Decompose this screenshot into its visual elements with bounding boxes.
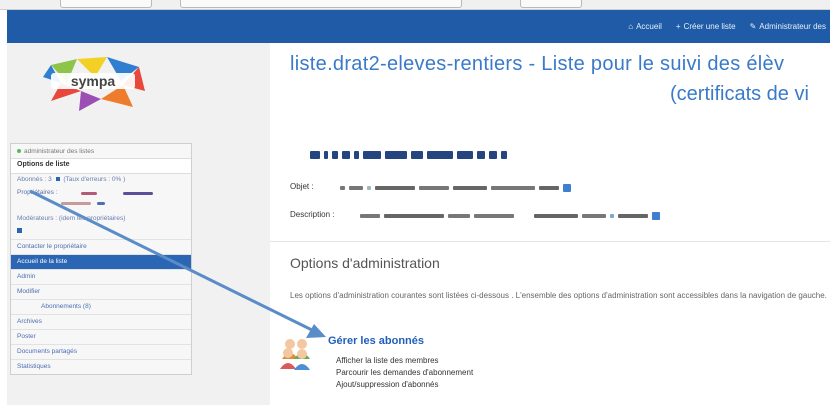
page-title-continued: (certificats de vi [670, 83, 809, 105]
admin-options-description: Les options d'administration courantes s… [290, 291, 827, 300]
left-sidebar: sympa administrateur des listes Options … [7, 43, 270, 405]
nav-admin-label: Administrateur des [759, 22, 826, 31]
top-nav-menu: ⌂ Accueil + Créer une liste ✎ Administra… [628, 10, 830, 43]
sidebar-item-list-home[interactable]: Accueil de la liste [11, 254, 191, 269]
role-label: administrateur des listes [24, 147, 95, 155]
sidebar-item-modify[interactable]: Modifier [11, 284, 191, 299]
sidebar-item-contact-owner[interactable]: Contacter le propriétaire [11, 239, 191, 254]
address-bar[interactable] [180, 0, 462, 8]
sidebar-item-archives[interactable]: Archives [11, 314, 191, 329]
object-label: Objet : [290, 182, 314, 191]
show-members-link[interactable]: Afficher la liste des membres [336, 355, 473, 367]
plus-icon: + [675, 22, 681, 31]
browse-requests-link[interactable]: Parcourir les demandes d'abonnement [336, 367, 473, 379]
home-icon: ⌂ [628, 22, 634, 31]
sidebar-item-post[interactable]: Poster [11, 329, 191, 344]
page-body: sympa administrateur des listes Options … [7, 43, 830, 405]
nav-home[interactable]: ⌂ Accueil [628, 22, 662, 31]
manage-subscribers-link[interactable]: Gérer les abonnés [328, 335, 424, 347]
page-title: liste.drat2-eleves-rentiers - Liste pour… [290, 53, 785, 75]
description-value-redacted [360, 212, 660, 220]
section-divider [270, 241, 830, 242]
browser-chrome-strip [0, 0, 830, 10]
owner-entry[interactable] [81, 192, 97, 195]
description-label: Description : [290, 210, 335, 219]
moderators-edit [11, 226, 191, 239]
list-options-panel: administrateur des listes Options de lis… [10, 143, 192, 375]
sidebar-item-subscriptions[interactable]: Abonnements (8) [11, 299, 191, 314]
nav-home-label: Accueil [636, 22, 662, 31]
owner-entry[interactable] [123, 192, 153, 195]
manage-subscribers-block: Gérer les abonnés Afficher la liste des … [278, 335, 498, 395]
status-dot-icon [17, 149, 21, 153]
subscriber-stats: Abonnés : 3 (Taux d'erreurs : 0% ) [11, 174, 191, 187]
manage-subscribers-sublinks: Afficher la liste des membres Parcourir … [336, 355, 473, 391]
error-rate-link[interactable]: (Taux d'erreurs : 0% ) [63, 176, 125, 183]
object-value-redacted [340, 184, 571, 192]
sympa-logo[interactable]: sympa [37, 55, 149, 113]
logo-text: sympa [71, 73, 116, 89]
nav-admin[interactable]: ✎ Administrateur des [750, 22, 826, 31]
moderators-info: Modérateurs : (idem les propriétaires) [17, 215, 126, 222]
owner-entry[interactable] [97, 202, 105, 205]
nav-create-list[interactable]: + Créer une liste [676, 22, 736, 31]
list-address-redacted [310, 151, 507, 159]
owners-block: Propriétaires : [11, 187, 191, 213]
browser-button[interactable] [520, 0, 582, 8]
role-indicator: administrateur des listes [11, 144, 191, 158]
owner-entry[interactable] [61, 202, 91, 205]
top-navigation-bar: ⌂ Accueil + Créer une liste ✎ Administra… [7, 10, 830, 43]
sidebar-item-shared-docs[interactable]: Documents partagés [11, 344, 191, 359]
edit-icon[interactable] [17, 228, 22, 233]
users-group-icon[interactable] [278, 335, 314, 371]
subscriber-count: Abonnés : 3 [17, 176, 52, 183]
admin-options-heading: Options d'administration [290, 255, 440, 271]
add-remove-subscribers-link[interactable]: Ajout/suppression d'abonnés [336, 379, 473, 391]
sidebar-item-statistics[interactable]: Statistiques [11, 359, 191, 374]
wrench-icon: ✎ [749, 22, 757, 31]
panel-title: Options de liste [11, 158, 191, 174]
owners-label: Propriétaires : [17, 189, 58, 196]
browser-tab[interactable] [60, 0, 152, 8]
info-icon[interactable] [55, 177, 60, 181]
nav-create-list-label: Créer une liste [683, 22, 736, 31]
main-content: liste.drat2-eleves-rentiers - Liste pour… [270, 43, 830, 405]
sidebar-item-admin[interactable]: Admin [11, 269, 191, 284]
